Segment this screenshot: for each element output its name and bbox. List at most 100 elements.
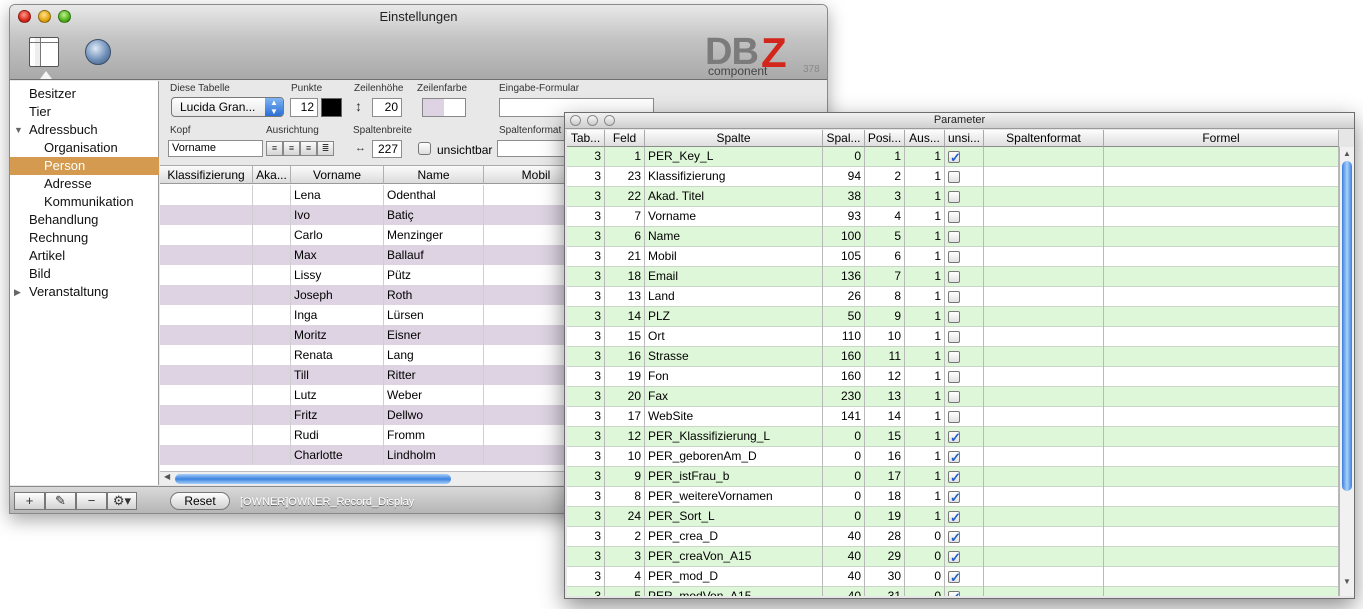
parameter-row[interactable]: 3 24 PER_Sort_L 0 19 1 <box>567 507 1339 527</box>
unsichtbar-checkbox[interactable] <box>948 251 960 263</box>
parameter-cell[interactable] <box>984 267 1104 287</box>
parameter-cell[interactable] <box>984 447 1104 467</box>
parameter-cell[interactable] <box>1104 387 1339 407</box>
parameter-cell[interactable]: 11 <box>865 347 905 367</box>
unsichtbar-checkbox[interactable] <box>948 448 961 467</box>
parameter-cell[interactable]: 1 <box>905 287 945 307</box>
parameter-cell[interactable]: 7 <box>865 267 905 287</box>
parameter-cell[interactable]: 2 <box>605 527 645 547</box>
parameter-cell[interactable] <box>1104 467 1339 487</box>
parameter-cell[interactable]: 40 <box>823 567 865 587</box>
parameter-cell[interactable] <box>1104 347 1339 367</box>
parameter-cell[interactable]: 31 <box>865 587 905 596</box>
parameter-cell[interactable] <box>984 527 1104 547</box>
parameter-cell[interactable]: 19 <box>865 507 905 527</box>
unsichtbar-checkbox[interactable] <box>948 291 960 303</box>
parameter-cell[interactable] <box>1104 247 1339 267</box>
align-left-button[interactable]: ≡ <box>266 141 283 156</box>
parameter-cell[interactable]: 105 <box>823 247 865 267</box>
column-header[interactable]: Feld <box>605 130 645 147</box>
parameter-row[interactable]: 3 9 PER_istFrau_b 0 17 1 <box>567 467 1339 487</box>
parameter-cell[interactable] <box>1104 547 1339 567</box>
parameter-row[interactable]: 3 13 Land 26 8 1 <box>567 287 1339 307</box>
parameter-cell[interactable]: 3 <box>865 187 905 207</box>
parameter-cell[interactable]: Fon <box>645 367 823 387</box>
parameter-cell[interactable] <box>1104 407 1339 427</box>
parameter-cell[interactable]: 9 <box>605 467 645 487</box>
parameter-cell[interactable]: 3 <box>567 427 605 447</box>
column-header[interactable]: Posi... <box>865 130 905 147</box>
parameter-cell[interactable]: Vorname <box>645 207 823 227</box>
column-header[interactable]: Spal... <box>823 130 865 147</box>
parameter-cell[interactable]: PLZ <box>645 307 823 327</box>
column-header[interactable]: Spaltenformat <box>984 130 1104 147</box>
parameter-cell[interactable]: 10 <box>865 327 905 347</box>
zeilenhoehe-field[interactable]: 20 <box>372 98 402 117</box>
parameter-cell[interactable]: 6 <box>605 227 645 247</box>
unsichtbar-checkbox[interactable] <box>948 468 961 487</box>
parameter-cell[interactable]: 3 <box>567 327 605 347</box>
sidebar-item[interactable]: Organisation <box>10 139 159 157</box>
parameter-cell[interactable]: 100 <box>823 227 865 247</box>
parameter-cell[interactable]: 0 <box>905 547 945 567</box>
parameter-row[interactable]: 3 18 Email 136 7 1 <box>567 267 1339 287</box>
parameter-row[interactable]: 3 22 Akad. Titel 38 3 1 <box>567 187 1339 207</box>
parameter-cell[interactable]: 16 <box>605 347 645 367</box>
parameter-cell[interactable]: 160 <box>823 347 865 367</box>
parameter-cell[interactable] <box>1104 267 1339 287</box>
parameter-cell[interactable] <box>984 567 1104 587</box>
column-header[interactable]: Vorname <box>291 166 384 184</box>
parameter-cell[interactable] <box>984 327 1104 347</box>
parameter-cell[interactable]: 38 <box>823 187 865 207</box>
parameter-cell[interactable] <box>1104 487 1339 507</box>
parameter-cell[interactable]: 9 <box>865 307 905 327</box>
globe-icon[interactable] <box>85 39 111 65</box>
parameter-cell[interactable] <box>984 587 1104 596</box>
parameter-cell[interactable]: PER_weitereVornamen <box>645 487 823 507</box>
parameter-cell[interactable]: PER_creaVon_A15 <box>645 547 823 567</box>
parameter-cell[interactable]: 3 <box>567 527 605 547</box>
unsichtbar-checkbox[interactable] <box>948 191 960 203</box>
parameter-cell[interactable]: 1 <box>905 387 945 407</box>
parameter-cell[interactable] <box>1104 167 1339 187</box>
horizontal-scroll-thumb[interactable] <box>175 474 451 484</box>
parameter-cell[interactable]: 1 <box>905 507 945 527</box>
parameter-cell[interactable]: 1 <box>905 267 945 287</box>
parameter-row[interactable]: 3 16 Strasse 160 11 1 <box>567 347 1339 367</box>
table-settings-icon[interactable] <box>29 37 59 67</box>
parameter-cell[interactable]: 0 <box>905 587 945 596</box>
remove-button[interactable]: − <box>76 492 107 510</box>
unsichtbar-checkbox[interactable] <box>948 391 960 403</box>
parameter-cell[interactable]: 1 <box>865 147 905 167</box>
parameter-cell[interactable]: Fax <box>645 387 823 407</box>
parameter-cell[interactable] <box>1104 327 1339 347</box>
parameter-row[interactable]: 3 3 PER_creaVon_A15 40 29 0 <box>567 547 1339 567</box>
parameter-cell[interactable] <box>1104 587 1339 596</box>
parameter-cell[interactable]: 30 <box>865 567 905 587</box>
parameter-cell[interactable]: 93 <box>823 207 865 227</box>
reset-button[interactable]: Reset <box>170 492 230 510</box>
sidebar-item[interactable]: Behandlung <box>10 211 159 229</box>
parameter-cell[interactable]: 1 <box>905 207 945 227</box>
parameter-cell[interactable]: 3 <box>567 147 605 167</box>
parameter-cell[interactable]: 1 <box>905 307 945 327</box>
unsichtbar-checkbox[interactable] <box>948 148 961 167</box>
parameter-cell[interactable]: 40 <box>823 547 865 567</box>
parameter-cell[interactable]: 1 <box>905 327 945 347</box>
parameter-cell[interactable]: PER_modVon_A15 <box>645 587 823 596</box>
unsichtbar-checkbox[interactable] <box>948 588 961 596</box>
parameter-row[interactable]: 3 20 Fax 230 13 1 <box>567 387 1339 407</box>
unsichtbar-checkbox[interactable] <box>948 488 961 507</box>
parameter-cell[interactable]: 1 <box>905 147 945 167</box>
parameter-cell[interactable]: 230 <box>823 387 865 407</box>
parameter-cell[interactable]: 3 <box>567 467 605 487</box>
parameter-cell[interactable]: 7 <box>605 207 645 227</box>
parameter-cell[interactable]: 3 <box>567 567 605 587</box>
parameter-cell[interactable] <box>1104 427 1339 447</box>
parameter-cell[interactable]: 0 <box>905 567 945 587</box>
parameter-cell[interactable]: 14 <box>865 407 905 427</box>
parameter-cell[interactable]: 3 <box>567 347 605 367</box>
row-color-well[interactable] <box>422 98 466 117</box>
parameter-cell[interactable] <box>984 287 1104 307</box>
unsichtbar-checkbox[interactable] <box>948 428 961 447</box>
